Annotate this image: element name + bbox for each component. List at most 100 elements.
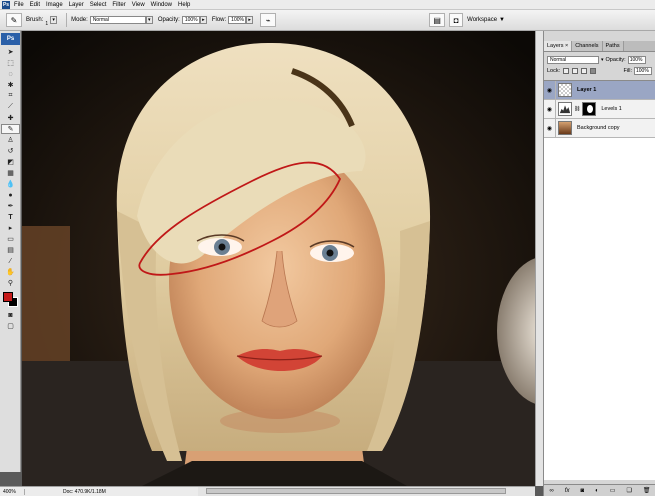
marquee-tool-icon[interactable]: ⬚ [1,58,20,68]
dodge-tool-icon[interactable]: ● [1,190,20,200]
pen-tool-icon[interactable]: ✒ [1,201,20,211]
menu-view[interactable]: View [132,2,145,8]
new-layer-icon[interactable]: ❑ [626,487,631,494]
flow-label: Flow: [211,17,227,23]
layer-thumbnail [558,83,572,97]
palette-well-icon[interactable]: ▤ [429,13,446,27]
healing-brush-tool-icon[interactable]: ✚ [1,113,20,123]
eraser-tool-icon[interactable]: ◩ [1,157,20,167]
chevron-right-icon[interactable]: ▸ [246,16,254,24]
lock-position-icon[interactable] [581,67,588,74]
layer-mask-thumbnail[interactable] [582,102,597,116]
zoom-level[interactable]: 400% [3,488,25,495]
photoshop-window: Ps File Edit Image Layer Select Filter V… [0,0,655,496]
chain-link-icon[interactable]: ⛓ [574,106,580,112]
clone-stamp-tool-icon[interactable]: ♙ [1,135,20,145]
menu-filter[interactable]: Filter [112,2,125,8]
menu-edit[interactable]: Edit [30,2,40,8]
camera-icon[interactable]: ◘ [449,13,464,27]
brush-label: Brush: [26,17,44,23]
divider [66,13,68,27]
magic-wand-tool-icon[interactable]: ✱ [1,80,20,90]
tab-layers[interactable]: Layers × [544,41,573,51]
chevron-down-icon[interactable]: ▾ [601,57,604,63]
chevron-right-icon[interactable]: ▸ [199,16,207,24]
eye-icon[interactable]: ◉ [544,80,556,100]
horizontal-scrollbar[interactable] [198,486,535,496]
options-bar: ✎ Brush: 1 ▾ Mode: Normal ▾ Opacity: 100… [0,10,655,31]
fill-input[interactable]: 100% [634,66,652,75]
menu-window[interactable]: Window [151,2,172,8]
photoshop-logo[interactable]: Ps [1,33,20,45]
history-brush-tool-icon[interactable]: ↺ [1,146,20,156]
toolbox: Ps ➤ ⬚ ◌ ✱ ⌗ ⟋ ✚ ✎ ♙ ↺ ◩ ▦ 💧 ● ✒ T ▸ ▭ ▤… [0,31,21,472]
eye-icon[interactable]: ◉ [544,118,556,138]
chevron-down-icon[interactable]: ▾ [145,16,153,24]
tab-paths[interactable]: Paths [602,41,624,51]
lock-all-icon[interactable] [590,67,597,74]
layer-thumbnail [558,121,572,135]
eye-icon[interactable]: ◉ [544,99,556,119]
lock-pixels-icon[interactable] [572,67,579,74]
opacity-input[interactable]: 100% [181,16,200,24]
lock-label: Lock: [547,67,561,74]
path-selection-tool-icon[interactable]: ▸ [1,223,20,233]
trash-icon[interactable]: 🗑 [643,487,651,494]
screen-mode-icon[interactable]: ▢ [1,321,20,331]
type-tool-icon[interactable]: T [1,212,20,222]
lasso-tool-icon[interactable]: ◌ [1,69,20,79]
layer-row[interactable]: ◉ Background copy [544,118,655,138]
brush-tool-icon[interactable]: ✎ [1,124,20,134]
menu-select[interactable]: Select [90,2,107,8]
fx-icon[interactable]: fx [565,488,570,494]
hand-tool-icon[interactable]: ✋ [1,267,20,277]
blur-tool-icon[interactable]: 💧 [1,179,20,189]
mask-icon[interactable]: ◙ [580,488,584,494]
menu-layer[interactable]: Layer [69,2,84,8]
app-icon[interactable]: Ps [2,0,10,9]
blend-mode-select[interactable]: Normal [547,55,599,64]
slice-tool-icon[interactable]: ⟋ [1,102,20,112]
layers-panel: Layers × Channels Paths Normal ▾ Opacity… [543,31,655,496]
color-swatches[interactable] [1,290,20,308]
workspace-menu[interactable]: Workspace ▼ [467,17,505,23]
document-canvas[interactable] [22,31,535,486]
crop-tool-icon[interactable]: ⌗ [1,91,20,101]
workspace-label: Workspace [467,17,498,23]
status-bar: 400% Doc: 470.9K/1.18M [0,486,198,496]
adjustment-icon[interactable]: ◐ [595,488,599,494]
vertical-scrollbar[interactable] [535,31,543,486]
layer-opacity-input[interactable]: 100% [627,55,646,64]
move-tool-icon[interactable]: ➤ [1,47,20,57]
brush-picker[interactable]: Brush: 1 ▾ [26,16,58,27]
menu-help[interactable]: Help [178,2,190,8]
zoom-tool-icon[interactable]: ⚲ [1,278,20,288]
scroll-thumb[interactable] [206,488,506,494]
layer-row[interactable]: ◉ Layer 1 [544,80,655,100]
menu-file[interactable]: File [14,2,24,8]
menu-image[interactable]: Image [46,2,63,8]
layer-name: Levels 1 [601,106,622,112]
layer-name: Background copy [577,125,620,131]
lock-transparency-icon[interactable] [563,67,570,74]
foreground-color-swatch[interactable] [3,292,13,302]
chevron-down-icon[interactable]: ▾ [50,16,58,24]
notes-tool-icon[interactable]: ▤ [1,245,20,255]
brush-tool-preset-icon[interactable]: ✎ [6,13,22,27]
fill-label: Fill: [623,67,632,74]
menu-bar: Ps File Edit Image Layer Select Filter V… [0,0,655,10]
tab-channels[interactable]: Channels [572,41,603,51]
mode-select[interactable]: Normal [89,16,146,24]
link-icon[interactable]: ∞ [550,488,554,494]
eyedropper-tool-icon[interactable]: ⁄ [1,256,20,266]
doc-size[interactable]: Doc: 470.9K/1.18M [63,489,106,495]
gradient-tool-icon[interactable]: ▦ [1,168,20,178]
folder-icon[interactable]: ▭ [610,487,616,494]
flow-input[interactable]: 100% [228,16,247,24]
layer-row[interactable]: ◉ ⛓ Levels 1 [544,99,655,119]
shape-tool-icon[interactable]: ▭ [1,234,20,244]
layers-list: ◉ Layer 1 ◉ ⛓ Levels 1 ◉ Background copy [544,80,655,480]
chevron-down-icon: ▼ [499,17,505,23]
quick-mask-icon[interactable]: ◙ [1,310,20,320]
airbrush-icon[interactable]: ⌁ [260,13,277,27]
